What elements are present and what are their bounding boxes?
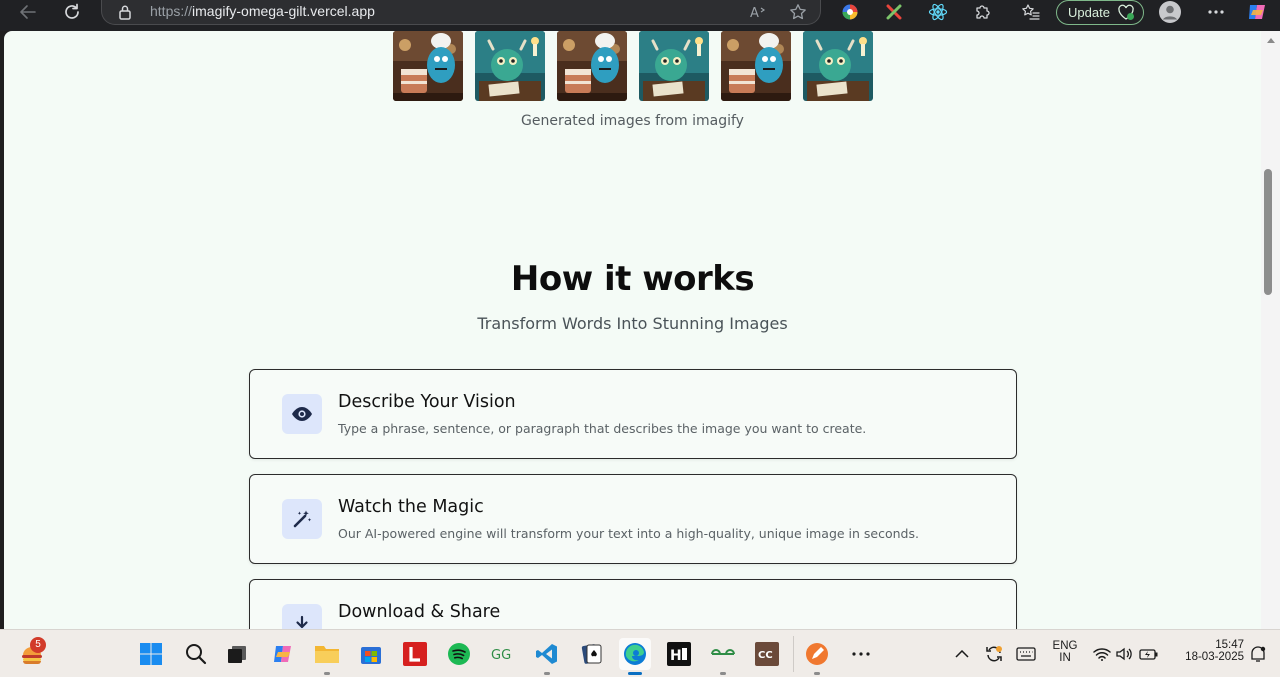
running-indicator xyxy=(814,672,820,675)
extensions-puzzle-icon[interactable] xyxy=(970,1,994,23)
reload-button[interactable] xyxy=(57,0,87,24)
clock-date: 18-03-2025 xyxy=(1185,651,1244,663)
running-indicator xyxy=(544,672,550,675)
spotify-icon[interactable] xyxy=(443,638,475,670)
gallery-image-chef-monster[interactable] xyxy=(721,31,791,101)
download-icon xyxy=(282,604,322,629)
color-picker-extension-icon[interactable] xyxy=(838,1,862,23)
read-aloud-icon[interactable]: A xyxy=(748,2,768,22)
microsoft-store-icon[interactable] xyxy=(355,638,387,670)
clock[interactable]: 15:47 18-03-2025 xyxy=(1168,639,1244,663)
cc-app-icon[interactable]: CC xyxy=(751,638,783,670)
svg-text:GG: GG xyxy=(491,648,511,663)
gallery-image-monster-desk[interactable] xyxy=(475,31,545,101)
step-title: Watch the Magic xyxy=(338,497,484,517)
step-description: Our AI-powered engine will transform you… xyxy=(338,526,919,541)
notification-bell-icon[interactable] xyxy=(1242,638,1274,670)
update-button[interactable]: Update xyxy=(1056,0,1144,25)
gfg-practice-icon[interactable] xyxy=(707,638,739,675)
step-title: Download & Share xyxy=(338,602,501,622)
file-explorer-icon[interactable] xyxy=(311,638,343,675)
url-text[interactable]: https://imagify-omega-gilt.vercel.app xyxy=(150,3,375,19)
copilot-icon[interactable] xyxy=(1245,1,1269,23)
gallery-caption: Generated images from imagify xyxy=(521,113,744,129)
running-indicator xyxy=(324,672,330,675)
page-scrollbar[interactable] xyxy=(1261,31,1280,629)
region-code: IN xyxy=(1059,652,1071,664)
profile-avatar-icon[interactable] xyxy=(1158,1,1182,23)
address-bar[interactable]: https://imagify-omega-gilt.vercel.app A xyxy=(101,0,821,25)
search-icon[interactable] xyxy=(180,638,212,670)
keyboard-icon[interactable] xyxy=(1010,638,1042,670)
more-options-icon[interactable] xyxy=(1204,1,1228,23)
favorite-star-icon[interactable] xyxy=(788,2,808,22)
svg-text:CC: CC xyxy=(758,650,773,661)
gallery-image-chef-monster[interactable] xyxy=(557,31,627,101)
pen-app-icon[interactable] xyxy=(801,638,833,675)
svg-text:H: H xyxy=(670,648,682,664)
magic-wand-icon xyxy=(282,499,322,539)
gallery-image-chef-monster[interactable] xyxy=(393,31,463,101)
favorites-list-icon[interactable] xyxy=(1019,1,1043,23)
geeksforgeeks-icon[interactable]: GG xyxy=(487,638,519,670)
browser-toolbar: https://imagify-omega-gilt.vercel.app A … xyxy=(0,0,1280,31)
lock-icon[interactable] xyxy=(118,4,132,24)
scrollbar-thumb[interactable] xyxy=(1264,169,1272,295)
running-indicator xyxy=(720,672,726,675)
step-card-describe: Describe Your Vision Type a phrase, sent… xyxy=(249,369,1017,459)
page-viewport: Generated images from imagify How it wor… xyxy=(4,31,1261,629)
battery-icon[interactable] xyxy=(1133,638,1165,670)
back-button[interactable] xyxy=(13,0,43,24)
copilot-app-icon[interactable] xyxy=(267,638,299,670)
url-host: imagify-omega-gilt.vercel.app xyxy=(192,3,375,19)
back-arrow-icon xyxy=(20,5,36,19)
gallery-image-monster-desk[interactable] xyxy=(803,31,873,101)
notification-badge: 5 xyxy=(30,637,46,653)
chevron-up-icon[interactable] xyxy=(946,638,978,670)
edge-browser-icon[interactable] xyxy=(619,638,651,675)
clock-time: 15:47 xyxy=(1215,639,1244,651)
windows-taskbar: 5 GG H CC ENG IN 15:47 18-03-2025 xyxy=(0,629,1280,677)
active-indicator xyxy=(628,672,642,675)
step-description: Type a phrase, sentence, or paragraph th… xyxy=(338,421,867,436)
generated-gallery xyxy=(393,31,873,101)
red-l-app-icon[interactable] xyxy=(399,638,431,670)
vscode-icon[interactable] xyxy=(531,638,563,675)
more-apps-icon[interactable] xyxy=(845,638,877,670)
language-indicator[interactable]: ENG IN xyxy=(1046,640,1084,664)
step-title: Describe Your Vision xyxy=(338,392,516,412)
update-label: Update xyxy=(1068,5,1110,20)
heart-status-icon xyxy=(1117,4,1135,28)
tools-extension-icon[interactable] xyxy=(882,1,906,23)
eye-icon xyxy=(282,394,322,434)
task-view-icon[interactable] xyxy=(221,638,253,670)
reload-icon xyxy=(65,3,79,19)
how-it-works-title: How it works xyxy=(510,259,755,299)
step-card-magic: Watch the Magic Our AI-powered engine wi… xyxy=(249,474,1017,564)
url-prefix: https:// xyxy=(150,3,193,19)
taskbar-separator xyxy=(793,636,794,672)
how-it-works-subtitle: Transform Words Into Stunning Images xyxy=(477,314,788,333)
gallery-image-monster-desk[interactable] xyxy=(639,31,709,101)
start-button-icon[interactable] xyxy=(135,638,167,670)
svg-text:A: A xyxy=(750,6,759,20)
step-card-download: Download & Share xyxy=(249,579,1017,629)
react-devtools-icon[interactable] xyxy=(926,1,950,23)
sync-status-icon[interactable] xyxy=(978,638,1010,670)
scroll-up-arrow-icon[interactable] xyxy=(1267,38,1275,43)
hackerrank-icon[interactable]: H xyxy=(663,638,695,670)
solitaire-icon[interactable] xyxy=(576,638,608,670)
language-code: ENG xyxy=(1052,640,1078,652)
